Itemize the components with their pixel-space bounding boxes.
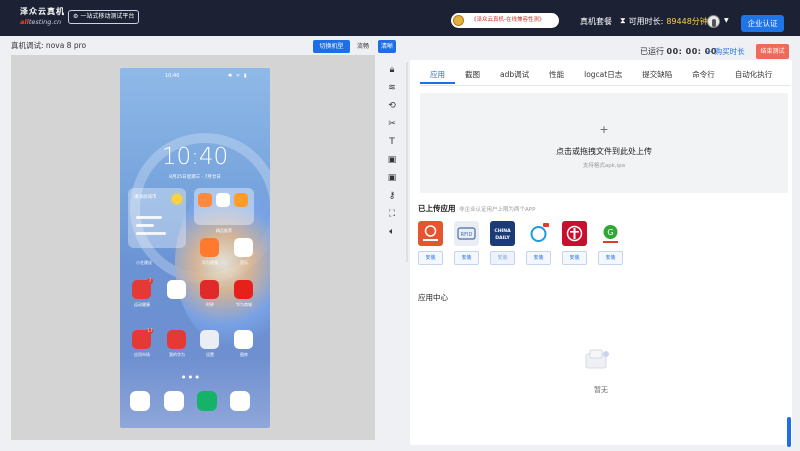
volume-mute-icon[interactable]: 🔈︎ — [386, 226, 398, 238]
end-test-button[interactable]: 结束测试 — [756, 44, 789, 59]
install-button[interactable]: 安装 — [490, 251, 515, 265]
seal-logo-icon — [453, 15, 464, 26]
camera-app-icon[interactable] — [230, 391, 250, 411]
status-icons: ✱ ᯤ ▮ — [228, 73, 248, 79]
install-button[interactable]: 安装 — [454, 251, 479, 265]
music-app-icon[interactable] — [234, 238, 253, 257]
text-icon[interactable]: T — [386, 136, 398, 148]
uploaded-app-icon — [418, 221, 443, 246]
gallery-app-icon[interactable] — [234, 330, 253, 349]
svg-text:RFID: RFID — [461, 232, 473, 238]
weather-widget[interactable]: 请添加城市 — [128, 188, 186, 248]
page-indicator: ● ● ● — [182, 374, 201, 379]
tab-logcat[interactable]: logcat日志 — [574, 66, 632, 84]
settings-app-icon[interactable] — [200, 330, 219, 349]
uploaded-apps-title: 已上传应用 — [418, 204, 456, 213]
lock-clock: 10:40 — [161, 144, 229, 170]
plan-link[interactable]: 真机套餐 — [580, 16, 612, 27]
upload-title: 点击或拖拽文件到此处上传 — [556, 147, 652, 156]
tab-submit-bug[interactable]: 提交缺陷 — [632, 66, 682, 84]
device-title: 真机调试: nova 8 pro — [11, 41, 87, 50]
app-icon[interactable] — [200, 280, 219, 299]
enterprise-cert-button[interactable]: 企业认证 — [741, 15, 784, 32]
install-button[interactable]: 安装 — [526, 251, 551, 265]
scrollbar[interactable] — [406, 62, 408, 262]
tab-command-line[interactable]: 命令行 — [682, 66, 725, 84]
clock-app-icon[interactable] — [167, 280, 186, 299]
messages-app-icon[interactable] — [164, 391, 184, 411]
install-button[interactable]: 安装 — [418, 251, 443, 265]
promo-banner[interactable]: 《泽众云真机-在线兼容性测》 — [451, 13, 559, 28]
tab-adb[interactable]: adb调试 — [490, 66, 539, 84]
rotate-icon[interactable]: ⟲ — [386, 100, 398, 112]
status-time: 10:40 — [165, 73, 180, 79]
empty-text: 暂无 — [594, 386, 608, 394]
lock-icon[interactable]: 🔒︎ — [386, 64, 398, 76]
brand-logo[interactable]: 泽众云真机 alltesting.cn — [20, 6, 65, 28]
plus-icon: + — [599, 123, 609, 136]
hd-quality-button[interactable]: 清晰 — [378, 40, 396, 53]
tab-bar: 应用 截图 adb调试 性能 logcat日志 提交缺陷 命令行 自动化执行 — [420, 66, 782, 84]
remaining-time: ⧗ 可用时长: 89448分钟 — [620, 16, 708, 26]
top-bar: 泽众云真机 alltesting.cn ⚙ 一站式移动测试平台 《泽众云真机-在… — [0, 0, 800, 36]
install-button[interactable]: 安装 — [598, 251, 623, 265]
timer-value: 89448分钟 — [666, 17, 708, 26]
user-avatar[interactable] — [707, 15, 720, 28]
platform-tagline: ⚙ 一站式移动测试平台 — [68, 10, 140, 24]
clock-date: 8月25日星期三 · 7月廿日 — [169, 175, 221, 180]
buy-time-link[interactable]: + 购买时长 — [706, 46, 745, 57]
wifi-icon[interactable]: ≋ — [386, 82, 398, 94]
uploaded-apps-hint: 非企业认证用户上限为两个APP — [459, 207, 536, 213]
sun-icon — [172, 194, 182, 204]
smooth-quality-button[interactable]: 流畅 — [354, 40, 372, 53]
hourglass-icon: ⧗ — [620, 16, 626, 25]
svg-text:G: G — [607, 228, 613, 237]
phone-app-icon[interactable] — [197, 391, 217, 411]
app-icon — [234, 193, 248, 207]
phone-screen[interactable]: 10:40 ✱ ᯤ ▮ 10:40 8月25日星期三 · 7月廿日 请添加城市 … — [120, 68, 270, 428]
empty-box-icon — [580, 348, 612, 372]
logo-text-cn: 泽众云真机 — [20, 7, 65, 16]
my-huawei-app-icon[interactable] — [167, 330, 186, 349]
right-panel: 应用 截图 adb调试 性能 logcat日志 提交缺陷 命令行 自动化执行 +… — [410, 60, 792, 445]
switch-device-button[interactable]: 切换机型 — [313, 40, 350, 53]
uploaded-app-icon: CHINA DAILY — [490, 221, 515, 246]
app-folder[interactable] — [194, 188, 254, 225]
browser-app-icon[interactable] — [130, 391, 150, 411]
key-icon[interactable]: ⚷ — [386, 190, 398, 202]
app-icon — [198, 193, 212, 207]
scissors-icon[interactable]: ✂ — [386, 118, 398, 130]
fullscreen-icon[interactable]: ⛶ — [386, 208, 398, 220]
uploaded-app-icon — [526, 221, 551, 246]
install-button[interactable]: 安装 — [562, 251, 587, 265]
huawei-video-app-icon[interactable] — [200, 238, 219, 257]
app-icon — [216, 193, 230, 207]
tab-divider — [420, 85, 790, 86]
logo-text-en: alltesting.cn — [20, 18, 62, 26]
image-alt-icon[interactable]: ▣ — [386, 172, 398, 184]
app-center-title: 应用中心 — [418, 293, 448, 302]
tab-performance[interactable]: 性能 — [539, 66, 574, 84]
upload-hint: 支持格式apk,ipa — [582, 163, 626, 169]
svg-text:CHINA: CHINA — [494, 228, 511, 234]
chevron-down-icon[interactable]: ▼ — [724, 17, 729, 24]
svg-text:DAILY: DAILY — [495, 235, 510, 241]
vmall-app-icon[interactable] — [234, 280, 253, 299]
settings-icon: ⚙ — [73, 13, 79, 20]
upload-dropzone[interactable]: + 点击或拖拽文件到此处上传 支持格式apk,ipa — [420, 93, 788, 193]
tab-automation[interactable]: 自动化执行 — [725, 66, 783, 84]
page-scrollbar[interactable] — [787, 417, 791, 447]
tab-apps[interactable]: 应用 — [420, 66, 455, 84]
uploaded-app-icon: G — [598, 221, 623, 246]
uploaded-app-icon: RFID — [454, 221, 479, 246]
uploaded-app-icon — [562, 221, 587, 246]
image-icon[interactable]: ▣ — [386, 154, 398, 166]
tab-screenshot[interactable]: 截图 — [455, 66, 490, 84]
